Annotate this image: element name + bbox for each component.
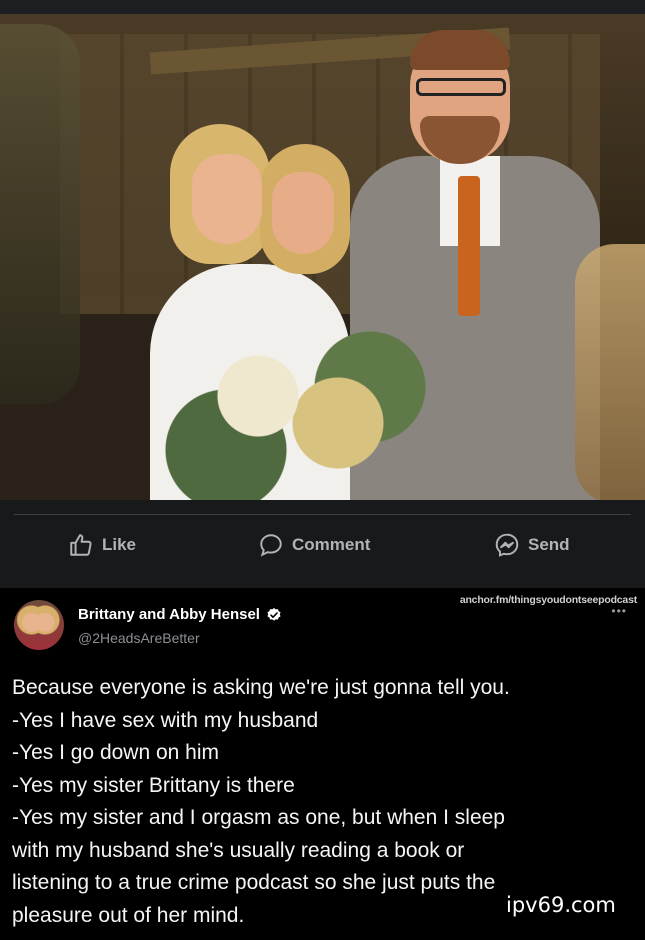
tweet-card: anchor.fm/thingsyoudontseepodcast ••• Br… [0, 588, 645, 940]
tweet-line: -Yes I have sex with my husband [12, 708, 319, 732]
author-handle[interactable]: @2HeadsAreBetter [78, 630, 200, 646]
photo-left-foliage [0, 24, 80, 404]
photo-bouquet [130, 324, 450, 500]
more-options-icon[interactable]: ••• [611, 604, 627, 618]
divider [14, 514, 631, 515]
send-button[interactable]: Send [494, 530, 570, 560]
avatar[interactable] [14, 600, 64, 650]
send-label: Send [528, 535, 570, 554]
author-name-row[interactable]: Brittany and Abby Hensel [78, 606, 282, 623]
wedding-photo [0, 14, 645, 500]
tweet-line: Because everyone is asking we're just go… [12, 676, 510, 699]
tweet-line: -Yes I go down on him [12, 741, 220, 764]
comment-bubble-icon [260, 534, 282, 557]
thumbs-up-icon [70, 534, 92, 556]
messenger-icon [495, 533, 519, 557]
watermark: ipv69.com [506, 893, 616, 917]
verified-badge-icon [267, 607, 281, 621]
comment-label: Comment [292, 535, 371, 554]
like-button[interactable]: Like [68, 530, 136, 560]
tweet-line: -Yes my sister and I orgasm as one, but … [12, 806, 505, 829]
post-action-bar: Like Comment Send [0, 500, 645, 588]
comment-button[interactable]: Comment [258, 530, 370, 560]
like-label: Like [102, 535, 137, 554]
photo-pampas-grass [575, 244, 645, 500]
tweet-line: with my husband she's usually reading a … [12, 838, 465, 862]
tweet-line: -Yes my sister Brittany is there [12, 773, 295, 797]
author-name: Brittany and Abby Hensel [78, 606, 260, 623]
top-bar [0, 0, 645, 14]
